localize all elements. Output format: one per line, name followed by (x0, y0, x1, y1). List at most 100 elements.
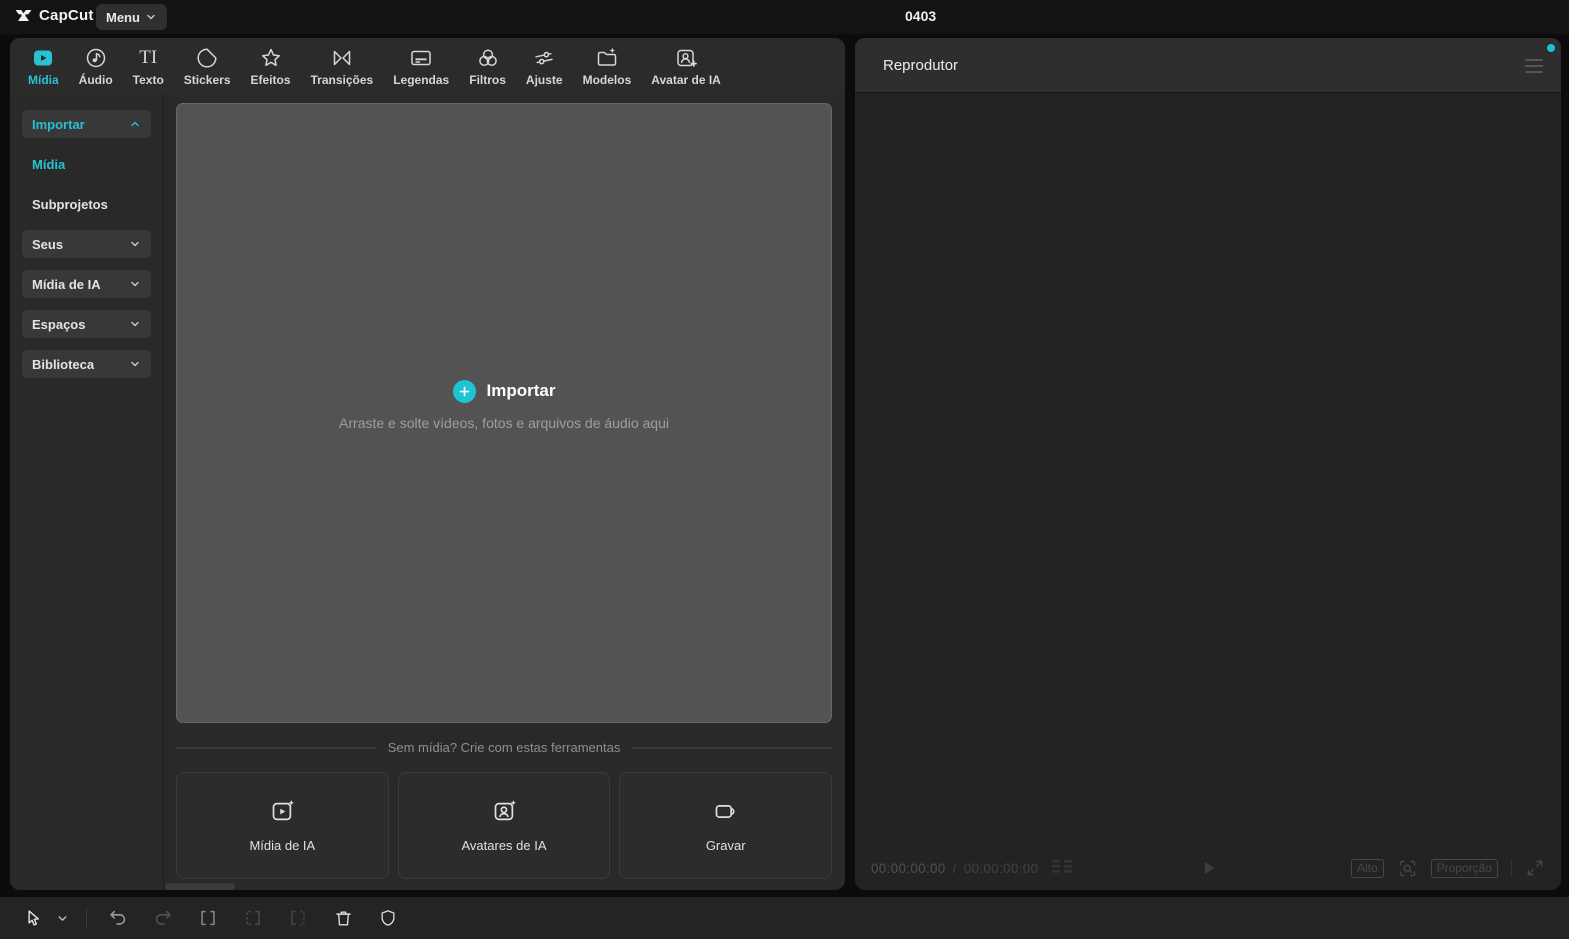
transitions-bowtie-icon (333, 50, 351, 65)
tab-ajuste[interactable]: Ajuste (516, 46, 573, 87)
project-title: 0403 (905, 8, 937, 24)
chevron-down-icon (131, 321, 139, 327)
tab-filtros[interactable]: Filtros (459, 46, 516, 87)
record-camera-icon (715, 805, 735, 818)
split-icon (201, 910, 215, 926)
delete-right-button[interactable] (281, 901, 315, 935)
tab-audio[interactable]: Áudio (69, 46, 123, 87)
record-card[interactable]: Gravar (619, 772, 833, 879)
sidebar-item-biblioteca[interactable]: Biblioteca (22, 350, 151, 378)
import-title: Importar (486, 381, 556, 400)
audio-note-icon (86, 48, 105, 67)
cover-button[interactable] (371, 901, 405, 935)
tool-options-button[interactable] (52, 901, 72, 935)
sidebar-item-importar[interactable]: Importar (22, 110, 151, 138)
capcut-logo-icon (15, 9, 32, 22)
tab-midia[interactable]: Mídia (18, 46, 69, 87)
divider-line (632, 746, 833, 749)
player-title: Reprodutor (883, 57, 959, 74)
delete-left-button[interactable] (236, 901, 270, 935)
player-viewport (855, 94, 1561, 846)
plus-icon (452, 379, 476, 403)
current-time: 00:00:00:00 (871, 860, 946, 876)
menu-button[interactable]: Menu (96, 4, 167, 30)
total-time: 00:00:00:00 (963, 860, 1039, 876)
chevron-down-icon (131, 281, 139, 287)
ai-avatars-icon (494, 800, 516, 821)
player-menu-icon[interactable] (1525, 59, 1543, 73)
shield-icon (381, 910, 395, 926)
play-icon (1204, 862, 1215, 874)
fullscreen-button[interactable] (1525, 858, 1545, 878)
chevron-down-icon (147, 14, 155, 20)
ratio-button[interactable]: Proporção (1430, 858, 1498, 878)
tab-transicoes[interactable]: Transições (301, 46, 384, 87)
fullscreen-icon (1527, 860, 1543, 876)
split-delete-left-icon (246, 910, 260, 926)
tab-texto[interactable]: TI Texto (123, 46, 174, 87)
sidebar-item-midia-de-ia[interactable]: Mídia de IA (22, 270, 151, 298)
ai-avatars-card[interactable]: Avatares de IA (397, 772, 611, 879)
tools-divider: Sem mídia? Crie com estas ferramentas (176, 740, 833, 755)
tab-avatar-de-ia[interactable]: Avatar de IA (641, 46, 731, 87)
tab-efeitos[interactable]: Efeitos (241, 46, 301, 87)
select-tool-button[interactable] (16, 901, 50, 935)
split-button[interactable] (191, 901, 225, 935)
redo-button[interactable] (146, 901, 180, 935)
chevron-down-icon (58, 915, 66, 921)
controls-divider (1511, 860, 1512, 876)
tab-modelos[interactable]: Modelos (573, 46, 642, 87)
trash-icon (335, 911, 351, 925)
sidebar-item-midia[interactable]: Mídia (22, 150, 151, 178)
sidebar-item-subprojetos[interactable]: Subprojetos (22, 190, 151, 218)
zoom-fit-icon (1399, 860, 1415, 876)
filters-circles-icon (478, 48, 497, 66)
timecode: 00:00:00:00 / 00:00:00:00 (871, 860, 1039, 876)
adjust-sliders-icon (535, 51, 553, 64)
media-tab-bar: Mídia Áudio TI Texto Stickers Efeitos Tr… (10, 38, 845, 94)
toolbar-divider (86, 908, 87, 928)
frame-counter-icon (1050, 857, 1076, 879)
menu-button-label: Menu (106, 9, 140, 25)
capcut-logo: CapCut (14, 6, 94, 25)
top-bar: CapCut Menu 0403 (0, 0, 1569, 34)
quality-button[interactable]: Alto (1350, 858, 1384, 878)
undo-button[interactable] (101, 901, 135, 935)
ai-media-card[interactable]: Mídia de IA (176, 772, 389, 879)
sticker-peel-icon (197, 47, 217, 68)
sidebar-item-seus[interactable]: Seus (22, 230, 151, 258)
play-button[interactable] (1197, 857, 1219, 879)
player-right-controls: Alto Proporção (1350, 858, 1545, 879)
dropzone-hint: Arraste e solte vídeos, fotos e arquivos… (339, 414, 669, 431)
media-content: Importar Arraste e solte vídeos, fotos e… (164, 94, 845, 890)
import-dropzone[interactable]: Importar Arraste e solte vídeos, fotos e… (176, 103, 832, 723)
delete-button[interactable] (326, 901, 360, 935)
undo-icon (110, 910, 126, 925)
horizontal-scrollbar[interactable] (165, 883, 235, 890)
divider-line (176, 746, 376, 749)
redo-icon (155, 910, 171, 925)
captions-card-icon (411, 50, 431, 65)
tools-divider-label: Sem mídia? Crie com estas ferramentas (387, 740, 621, 755)
player-controls: 00:00:00:00 / 00:00:00:00 Alto Proporção (855, 846, 1561, 890)
media-play-icon (34, 50, 53, 65)
timeline-toolbar (0, 897, 1569, 939)
text-serif-icon: TI (139, 46, 158, 68)
chevron-up-icon (131, 121, 139, 127)
media-panel: Mídia Áudio TI Texto Stickers Efeitos Tr… (10, 38, 845, 890)
ai-media-icon (272, 800, 294, 821)
chevron-down-icon (131, 241, 139, 247)
effects-star-icon (261, 48, 280, 66)
sidebar-item-espacos[interactable]: Espaços (22, 310, 151, 338)
media-sidebar: Importar Mídia Subprojetos Seus Mídia de… (10, 94, 163, 890)
notification-dot (1547, 44, 1555, 52)
tab-stickers[interactable]: Stickers (174, 46, 241, 87)
zoom-fit-button[interactable] (1397, 858, 1418, 879)
tab-legendas[interactable]: Legendas (383, 46, 459, 87)
tool-cards: Mídia de IA Avatares de IA Gravar (176, 772, 833, 879)
cursor-icon (27, 909, 39, 926)
player-header: Reprodutor (855, 38, 1561, 93)
player-panel: Reprodutor 00:00:00:00 / 00:00:00:00 Alt… (855, 38, 1561, 890)
split-delete-right-icon (291, 910, 305, 926)
logo-text: CapCut (39, 7, 94, 24)
